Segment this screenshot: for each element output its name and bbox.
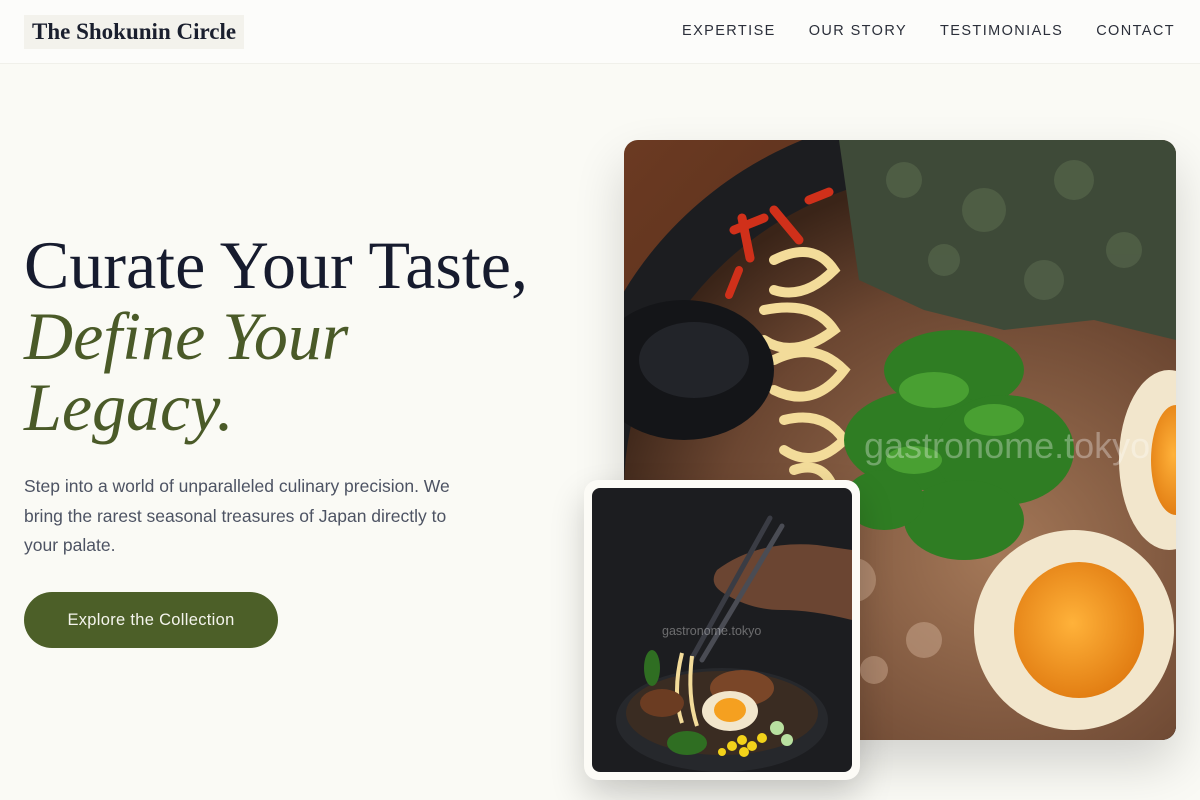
hero-title-line-1: Curate Your Taste,: [24, 227, 528, 303]
nav-link-expertise[interactable]: EXPERTISE: [682, 23, 776, 39]
brand-logo[interactable]: The Shokunin Circle: [24, 15, 245, 49]
nav-link-contact[interactable]: CONTACT: [1096, 23, 1175, 39]
site-header: The Shokunin Circle EXPERTISE OUR STORY …: [0, 0, 1200, 64]
hero-title-line-3: Legacy.: [24, 369, 234, 445]
hero-title-line-2: Define Your: [24, 298, 349, 374]
hero-description: Step into a world of unparalleled culina…: [24, 476, 450, 555]
plated-dish-image: gastronome.tokyo: [584, 480, 860, 780]
plated-dish-illustration: gastronome.tokyo: [592, 488, 852, 772]
main-nav: EXPERTISE OUR STORY TESTIMONIALS CONTACT: [682, 23, 1175, 39]
nav-link-our-story[interactable]: OUR STORY: [809, 23, 907, 39]
explore-collection-button[interactable]: Explore the Collection: [24, 592, 278, 648]
main-image-watermark: gastronome.tokyo: [864, 425, 1150, 466]
hero-title: Curate Your Taste, Define Your Legacy.: [24, 230, 604, 443]
small-image-watermark: gastronome.tokyo: [662, 624, 761, 638]
nav-link-testimonials[interactable]: TESTIMONIALS: [940, 23, 1063, 39]
